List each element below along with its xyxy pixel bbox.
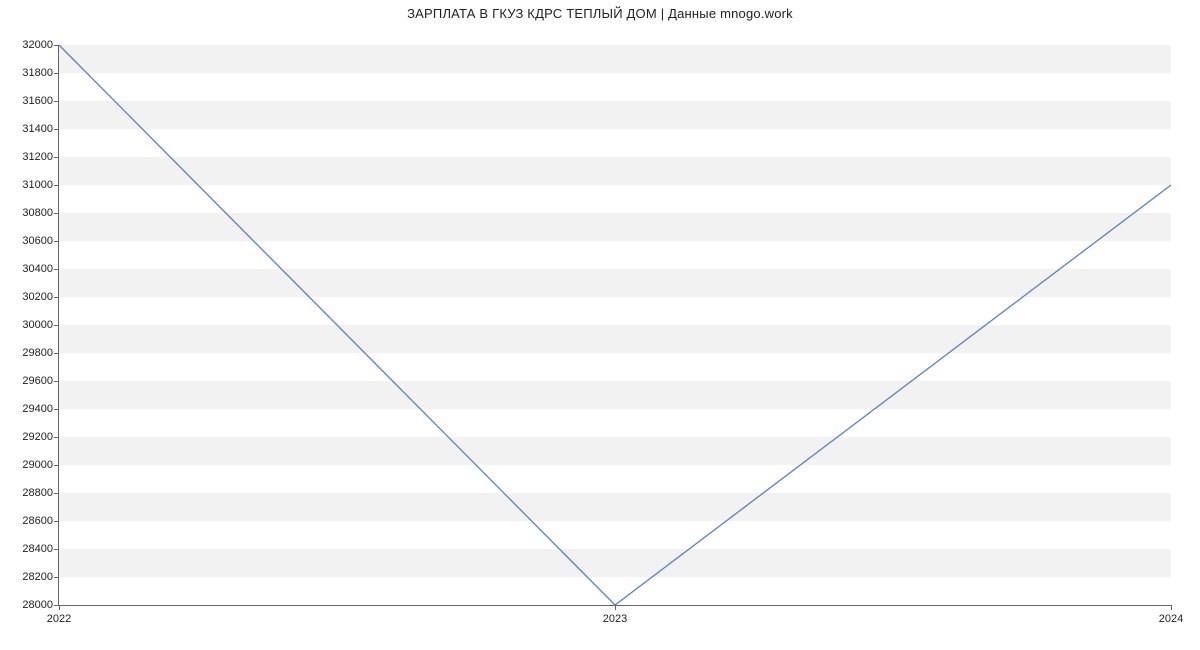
y-tick-label: 30600 [22, 235, 53, 247]
x-tick-mark [59, 605, 60, 610]
y-tick-mark [54, 409, 59, 410]
y-tick-mark [54, 129, 59, 130]
x-tick-mark [615, 605, 616, 610]
y-tick-mark [54, 577, 59, 578]
y-tick-label: 30200 [22, 291, 53, 303]
x-tick-label: 2022 [47, 613, 71, 625]
y-tick-label: 29200 [22, 431, 53, 443]
y-tick-label: 32000 [22, 39, 53, 51]
y-tick-mark [54, 549, 59, 550]
y-tick-mark [54, 493, 59, 494]
y-tick-label: 31600 [22, 95, 53, 107]
x-tick-label: 2024 [1159, 613, 1183, 625]
plot-area: 2800028200284002860028800290002920029400… [58, 45, 1171, 606]
line-layer [59, 45, 1171, 605]
y-tick-label: 30000 [22, 319, 53, 331]
y-tick-label: 28800 [22, 487, 53, 499]
y-tick-label: 29000 [22, 459, 53, 471]
y-tick-mark [54, 157, 59, 158]
y-tick-label: 31200 [22, 151, 53, 163]
y-tick-mark [54, 521, 59, 522]
y-tick-mark [54, 465, 59, 466]
y-tick-mark [54, 185, 59, 186]
y-tick-label: 29600 [22, 375, 53, 387]
y-tick-mark [54, 437, 59, 438]
series-line [59, 45, 1171, 605]
y-tick-mark [54, 101, 59, 102]
y-tick-mark [54, 73, 59, 74]
y-tick-mark [54, 325, 59, 326]
y-tick-label: 31800 [22, 67, 53, 79]
x-tick-label: 2023 [603, 613, 627, 625]
y-tick-mark [54, 45, 59, 46]
y-tick-label: 28000 [22, 599, 53, 611]
y-tick-label: 30800 [22, 207, 53, 219]
y-tick-label: 31000 [22, 179, 53, 191]
salary-chart: ЗАРПЛАТА В ГКУЗ КДРС ТЕПЛЫЙ ДОМ | Данные… [0, 0, 1200, 650]
y-tick-mark [54, 269, 59, 270]
y-tick-mark [54, 213, 59, 214]
y-tick-label: 29800 [22, 347, 53, 359]
y-tick-mark [54, 241, 59, 242]
y-tick-label: 30400 [22, 263, 53, 275]
y-tick-label: 28600 [22, 515, 53, 527]
y-tick-mark [54, 353, 59, 354]
y-tick-label: 28200 [22, 571, 53, 583]
y-tick-label: 31400 [22, 123, 53, 135]
x-tick-mark [1171, 605, 1172, 610]
y-tick-label: 29400 [22, 403, 53, 415]
y-tick-mark [54, 381, 59, 382]
y-tick-label: 28400 [22, 543, 53, 555]
chart-title: ЗАРПЛАТА В ГКУЗ КДРС ТЕПЛЫЙ ДОМ | Данные… [0, 6, 1200, 21]
y-tick-mark [54, 297, 59, 298]
